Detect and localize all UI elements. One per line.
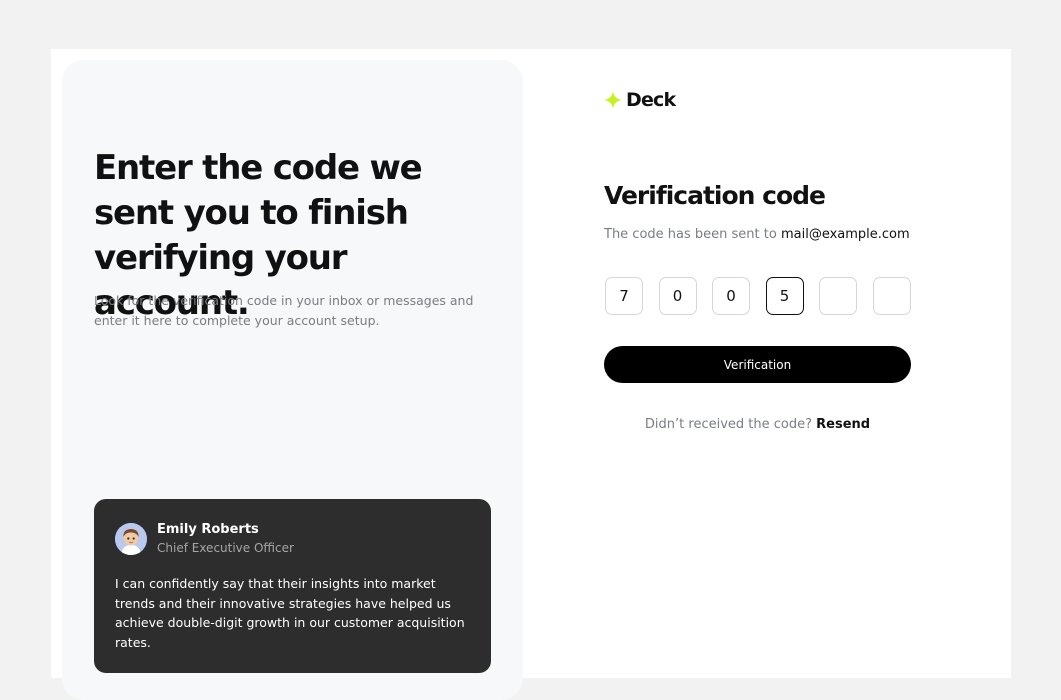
testimonial-author-role: Chief Executive Officer — [157, 541, 294, 555]
sent-email: mail@example.com — [780, 227, 910, 242]
testimonial-quote: I can confidently say that their insight… — [115, 576, 465, 650]
otp-digit-5[interactable] — [819, 277, 857, 315]
info-panel: Enter the code we sent you to finish ver… — [62, 60, 523, 700]
otp-digit-3[interactable]: 0 — [712, 277, 750, 315]
resend-notice: Didn’t received the code? Resend — [604, 417, 911, 432]
resend-prompt: Didn’t received the code? — [644, 417, 812, 432]
form-title: Verification code — [604, 181, 826, 210]
otp-digit-1[interactable]: 7 — [605, 277, 643, 315]
avatar-icon — [115, 523, 147, 555]
sent-notice: The code has been sent to mail@example.c… — [604, 227, 910, 242]
otp-digit-6[interactable] — [872, 277, 911, 315]
brand-logo[interactable]: Deck — [604, 89, 676, 111]
brand-name: Deck — [626, 89, 676, 111]
resend-link[interactable]: Resend — [816, 417, 870, 432]
otp-digit-2[interactable]: 0 — [658, 277, 697, 315]
testimonial-card: Emily Roberts Chief Executive Officer I … — [94, 499, 491, 673]
otp-input-group: 7 0 0 5 — [605, 277, 926, 315]
testimonial-author-name: Emily Roberts — [157, 522, 259, 537]
page-frame: Enter the code we sent you to finish ver… — [51, 49, 1011, 700]
avatar — [115, 523, 147, 555]
hero-subtext: Look for the verification code in your i… — [94, 293, 474, 328]
sparkle-icon — [604, 91, 622, 109]
sent-prefix: The code has been sent to — [604, 227, 777, 242]
otp-digit-4[interactable]: 5 — [765, 277, 804, 315]
verification-button[interactable]: Verification — [604, 346, 911, 383]
